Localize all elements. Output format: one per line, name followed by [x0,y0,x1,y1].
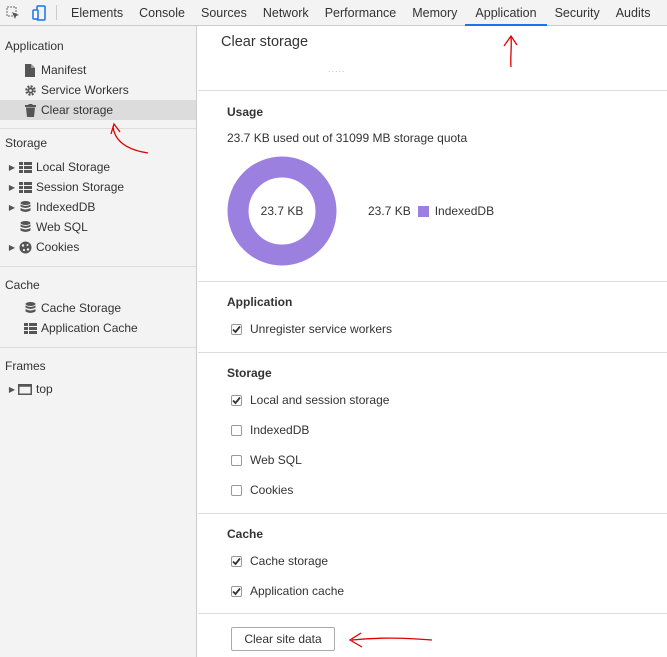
checkbox-local-session-storage[interactable] [231,394,242,406]
tab-network[interactable]: Network [255,0,317,25]
cache-section: Cache Cache storage Application cache [198,513,667,613]
expand-arrow-icon[interactable]: ▶ [7,183,17,192]
tab-elements[interactable]: Elements [63,0,131,25]
sidebar-item-cookies[interactable]: ▶ Cookies [0,237,196,257]
checkbox-row-web-sql[interactable]: Web SQL [231,452,302,468]
checkbox-label: Cache storage [250,554,329,568]
legend-label: IndexedDB [434,204,495,218]
usage-donut-chart: 23.7 KB [227,156,337,266]
document-icon [22,63,38,77]
sidebar-item-label: Clear storage [41,103,114,117]
usage-legend: 23.7 KB IndexedDB [368,204,494,218]
grid-icon [17,160,33,174]
database-icon [17,220,33,234]
sidebar-section-cache: Cache [5,278,40,292]
checkbox-row-indexeddb[interactable]: IndexedDB [231,422,309,438]
storage-section: Storage Local and session storage Indexe… [198,352,667,513]
grid-icon [17,180,33,194]
checkbox-row-unregister-service-workers[interactable]: Unregister service workers [231,321,392,337]
sidebar-item-label: Web SQL [36,220,88,234]
sidebar-item-session-storage[interactable]: ▶ Session Storage [0,177,196,197]
checkbox-label: Unregister service workers [250,322,393,336]
clear-site-data-button[interactable]: Clear site data [231,627,335,651]
sidebar-item-clear-storage[interactable]: Clear storage [0,100,196,120]
application-section: Application Unregister service workers [198,281,667,352]
expand-arrow-icon[interactable]: ▶ [7,243,17,252]
storage-heading: Storage [227,366,272,380]
sidebar-item-label: Cache Storage [41,301,122,315]
sidebar-section-application: Application [5,39,64,53]
cache-heading: Cache [227,527,264,541]
checkbox-unregister-service-workers[interactable] [231,323,242,335]
legend-swatch [417,205,429,217]
tab-application[interactable]: Application [465,0,547,26]
database-icon [17,200,33,214]
sidebar-item-manifest[interactable]: Manifest [0,60,196,80]
expand-arrow-icon[interactable]: ▶ [7,163,17,172]
tab-sources[interactable]: Sources [193,0,255,25]
scroll-dots: ..... [328,64,346,74]
sidebar-item-label: Application Cache [41,321,138,335]
tab-console[interactable]: Console [131,0,193,25]
checkbox-cache-storage[interactable] [231,555,242,567]
clear-storage-panel: Clear storage ..... Usage 23.7 KB used o… [198,26,667,657]
inspect-element-icon[interactable] [0,0,26,26]
checkbox-label: Local and session storage [250,393,390,407]
sidebar-item-local-storage[interactable]: ▶ Local Storage [0,157,196,177]
tab-memory[interactable]: Memory [404,0,465,25]
trash-icon [22,103,38,117]
frame-icon [17,382,33,396]
sidebar-item-label: Cookies [36,240,80,254]
sidebar-item-label: top [36,382,53,396]
sidebar-item-label: Manifest [41,63,87,77]
checkbox-row-cache-storage[interactable]: Cache storage [231,553,328,569]
sidebar-section-frames: Frames [5,359,46,373]
sidebar-item-application-cache[interactable]: Application Cache [0,318,196,338]
sidebar-item-top-frame[interactable]: ▶ top [0,379,196,399]
sidebar-item-indexeddb[interactable]: ▶ IndexedDB [0,197,196,217]
devtools-toolbar: Elements Console Sources Network Perform… [0,0,667,26]
usage-summary: 23.7 KB used out of 31099 MB storage quo… [227,131,468,145]
tab-performance[interactable]: Performance [317,0,405,25]
checkbox-label: Application cache [250,584,345,598]
checkbox-row-local-session-storage[interactable]: Local and session storage [231,392,389,408]
sidebar-section-storage: Storage [5,136,48,150]
checkbox-web-sql[interactable] [231,454,242,466]
sidebar: Application Manifest Service Workers Cle… [0,26,197,657]
sidebar-item-label: IndexedDB [36,200,96,214]
sidebar-item-service-workers[interactable]: Service Workers [0,80,196,100]
grid-icon [22,321,38,335]
tab-audits[interactable]: Audits [608,0,659,25]
page-title: Clear storage [221,34,309,50]
expand-arrow-icon[interactable]: ▶ [7,385,17,394]
legend-value: 23.7 KB [368,204,411,218]
checkbox-indexeddb[interactable] [231,424,242,436]
application-heading: Application [227,295,293,309]
checkbox-label: Cookies [250,483,294,497]
usage-heading: Usage [227,105,264,119]
sidebar-item-web-sql[interactable]: Web SQL [0,217,196,237]
sidebar-item-cache-storage[interactable]: Cache Storage [0,298,196,318]
checkbox-row-application-cache[interactable]: Application cache [231,583,344,599]
sidebar-item-label: Service Workers [41,83,129,97]
cookie-icon [17,240,33,254]
footer-divider [198,613,667,614]
tab-security[interactable]: Security [547,0,608,25]
expand-arrow-icon[interactable]: ▶ [7,203,17,212]
database-icon [22,301,38,315]
checkbox-label: IndexedDB [250,423,310,437]
sidebar-item-label: Local Storage [36,160,111,174]
sidebar-item-label: Session Storage [36,180,125,194]
device-toolbar-icon[interactable] [26,0,52,26]
gear-icon [22,83,38,97]
toolbar-divider [56,5,57,20]
checkbox-label: Web SQL [250,453,302,467]
checkbox-application-cache[interactable] [231,585,242,597]
donut-center-value: 23.7 KB [260,204,304,218]
checkbox-row-cookies[interactable]: Cookies [231,482,293,498]
checkbox-cookies[interactable] [231,484,242,496]
